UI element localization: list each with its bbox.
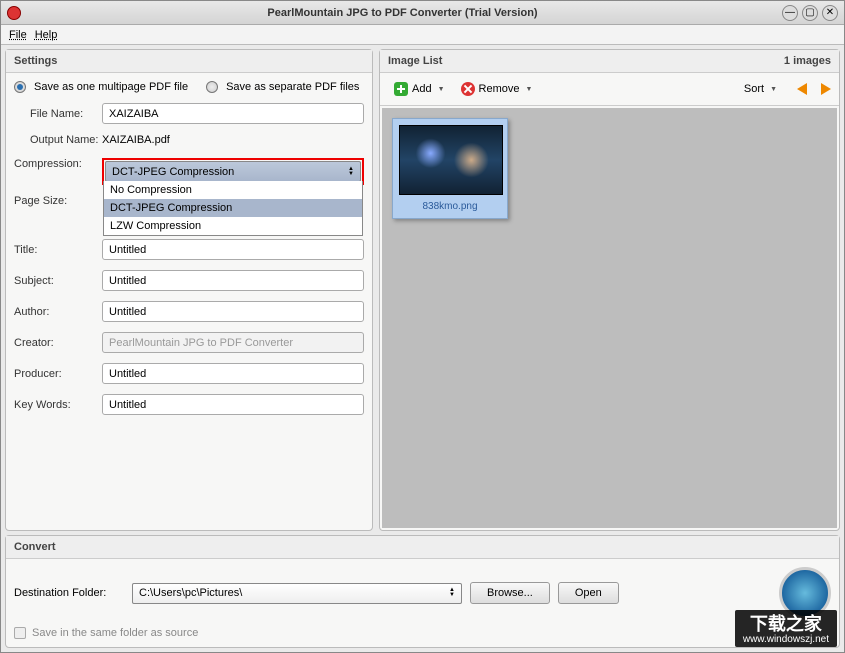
page-size-label: Page Size: bbox=[14, 195, 102, 207]
output-name-label: Output Name: bbox=[30, 134, 102, 146]
compression-highlight: DCT-JPEG Compression ▲▼ No Compression D… bbox=[102, 158, 364, 185]
image-list-panel: Image List 1 images Add▼ Remove▼ Sort▼ 8… bbox=[379, 49, 840, 531]
move-left-button[interactable] bbox=[797, 83, 807, 95]
caret-down-icon: ▼ bbox=[770, 86, 777, 93]
menu-file[interactable]: File bbox=[9, 29, 27, 41]
select-arrows-icon: ▲▼ bbox=[449, 588, 455, 598]
add-button[interactable]: Add▼ bbox=[388, 79, 451, 99]
app-icon bbox=[7, 6, 21, 20]
radio-separate[interactable] bbox=[206, 81, 218, 93]
titlebar: PearlMountain JPG to PDF Converter (Tria… bbox=[1, 1, 844, 25]
image-toolbar: Add▼ Remove▼ Sort▼ bbox=[380, 73, 839, 106]
compression-value: DCT-JPEG Compression bbox=[112, 166, 234, 178]
thumbnail-item[interactable]: 838kmo.png bbox=[392, 118, 508, 219]
remove-icon bbox=[461, 82, 475, 96]
plus-icon bbox=[394, 82, 408, 96]
select-arrows-icon: ▲▼ bbox=[348, 167, 354, 177]
keywords-label: Key Words: bbox=[14, 399, 102, 411]
close-button[interactable]: ✕ bbox=[822, 5, 838, 21]
remove-button[interactable]: Remove▼ bbox=[455, 79, 539, 99]
destination-label: Destination Folder: bbox=[14, 587, 124, 599]
destination-value: C:\Users\pc\Pictures\ bbox=[139, 587, 242, 599]
producer-label: Producer: bbox=[14, 368, 102, 380]
author-label: Author: bbox=[14, 306, 102, 318]
compression-option-none[interactable]: No Compression bbox=[104, 181, 362, 199]
minimize-button[interactable]: — bbox=[782, 5, 798, 21]
maximize-button[interactable]: ▢ bbox=[802, 5, 818, 21]
title-label: Title: bbox=[14, 244, 102, 256]
watermark: 下载之家 www.windowszj.net bbox=[735, 610, 837, 647]
compression-select[interactable]: DCT-JPEG Compression ▲▼ bbox=[105, 161, 361, 182]
caret-down-icon: ▼ bbox=[525, 86, 532, 93]
convert-title: Convert bbox=[6, 536, 839, 559]
file-name-label: File Name: bbox=[30, 108, 102, 120]
browse-button[interactable]: Browse... bbox=[470, 582, 550, 604]
convert-panel: Convert Destination Folder: C:\Users\pc\… bbox=[5, 535, 840, 648]
same-folder-label: Save in the same folder as source bbox=[32, 627, 198, 639]
keywords-input[interactable] bbox=[102, 394, 364, 415]
radio-multipage[interactable] bbox=[14, 81, 26, 93]
image-list-title: Image List bbox=[388, 55, 442, 67]
open-button[interactable]: Open bbox=[558, 582, 619, 604]
caret-down-icon: ▼ bbox=[438, 86, 445, 93]
compression-dropdown: No Compression DCT-JPEG Compression LZW … bbox=[103, 181, 363, 236]
title-input[interactable] bbox=[102, 239, 364, 260]
menubar: File Help bbox=[1, 25, 844, 45]
settings-title: Settings bbox=[6, 50, 372, 73]
watermark-url: www.windowszj.net bbox=[743, 634, 829, 645]
destination-select[interactable]: C:\Users\pc\Pictures\ ▲▼ bbox=[132, 583, 462, 604]
compression-option-dct[interactable]: DCT-JPEG Compression bbox=[104, 199, 362, 217]
file-name-input[interactable] bbox=[102, 103, 364, 124]
image-count: 1 images bbox=[784, 55, 831, 67]
settings-panel: Settings Save as one multipage PDF file … bbox=[5, 49, 373, 531]
thumbnails-area[interactable]: 838kmo.png bbox=[382, 108, 837, 528]
author-input[interactable] bbox=[102, 301, 364, 322]
same-folder-checkbox[interactable] bbox=[14, 627, 26, 639]
subject-label: Subject: bbox=[14, 275, 102, 287]
move-right-button[interactable] bbox=[821, 83, 831, 95]
subject-input[interactable] bbox=[102, 270, 364, 291]
producer-input[interactable] bbox=[102, 363, 364, 384]
radio-multipage-label: Save as one multipage PDF file bbox=[34, 81, 188, 93]
compression-option-lzw[interactable]: LZW Compression bbox=[104, 217, 362, 235]
thumbnail-label: 838kmo.png bbox=[399, 201, 501, 212]
output-name-value: XAIZAIBA.pdf bbox=[102, 134, 170, 146]
window-title: PearlMountain JPG to PDF Converter (Tria… bbox=[27, 7, 778, 19]
creator-input bbox=[102, 332, 364, 353]
menu-help[interactable]: Help bbox=[35, 29, 58, 41]
thumbnail-image bbox=[399, 125, 503, 195]
watermark-cn: 下载之家 bbox=[743, 614, 829, 634]
radio-separate-label: Save as separate PDF files bbox=[226, 81, 359, 93]
compression-label: Compression: bbox=[14, 158, 102, 170]
creator-label: Creator: bbox=[14, 337, 102, 349]
sort-button[interactable]: Sort▼ bbox=[738, 80, 783, 98]
